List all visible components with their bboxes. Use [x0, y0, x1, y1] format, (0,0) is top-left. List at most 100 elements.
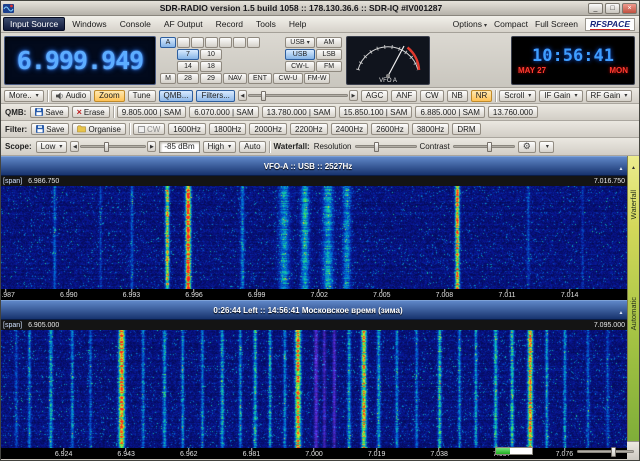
mode-cwl-button[interactable]: CW-L	[285, 61, 315, 72]
mode-am-button[interactable]: AM	[316, 37, 342, 48]
qmb-memory-button[interactable]: 6.885.000 | SAM	[415, 106, 484, 118]
scope-auto-button[interactable]: Auto	[239, 141, 265, 153]
resolution-slider[interactable]	[355, 145, 417, 148]
tab-record[interactable]: Record	[210, 17, 249, 31]
mode-cwu-button[interactable]: CW-U	[273, 73, 303, 84]
slider-thumb[interactable]	[611, 447, 616, 457]
tab-input-source[interactable]: Input Source	[3, 17, 65, 31]
collapse-up-icon[interactable]	[615, 157, 627, 175]
slider-thumb[interactable]	[261, 91, 266, 101]
filter-bandwidth-button[interactable]: 2600Hz	[371, 123, 409, 135]
display-options-combo[interactable]	[539, 141, 554, 153]
vfo-a-button[interactable]: A	[160, 37, 176, 48]
waterfall1-span-row: [span] 6.986.750 7.016.750	[1, 176, 627, 186]
filter-bandwidth-button[interactable]: 1800Hz	[209, 123, 247, 135]
mode-fmw-button[interactable]: FM-W	[304, 73, 330, 84]
tab-help[interactable]: Help	[283, 17, 312, 31]
slider-left-icon[interactable]	[70, 141, 79, 152]
quick-memory-button[interactable]	[233, 37, 246, 48]
filter-save-button[interactable]: Save	[31, 123, 69, 135]
waterfall-side-strip[interactable]: Waterfall Automatic	[627, 156, 639, 441]
mode-usb-button[interactable]: USB	[285, 49, 315, 60]
rf-gain-combo[interactable]: RF Gain	[586, 90, 633, 102]
quick-memory-button[interactable]	[191, 37, 204, 48]
mode-select-combo[interactable]: USB	[285, 37, 315, 48]
band-7-button[interactable]: 7	[177, 49, 199, 60]
waterfall2-display[interactable]	[1, 330, 627, 448]
band-14-button[interactable]: 14	[177, 61, 199, 72]
qmb-memory-button[interactable]: 9.805.000 | SAM	[117, 106, 186, 118]
band-29-button[interactable]: 29	[200, 73, 222, 84]
options-menu[interactable]: Options	[453, 19, 487, 29]
cw-button[interactable]: CW	[420, 90, 443, 102]
quick-memory-button[interactable]	[205, 37, 218, 48]
compact-button[interactable]: Compact	[494, 19, 528, 29]
filter-bandwidth-button[interactable]: 2200Hz	[290, 123, 328, 135]
qmb-memory-button[interactable]: 15.850.100 | SAM	[339, 106, 413, 118]
scroll-combo[interactable]: Scroll	[499, 90, 536, 102]
mode-lsb-button[interactable]: LSB	[316, 49, 342, 60]
qmb-memory-button[interactable]: 6.070.000 | SAM	[189, 106, 258, 118]
filter-bandwidth-button[interactable]: 2000Hz	[249, 123, 287, 135]
tune-button[interactable]: Tune	[128, 90, 156, 102]
scope-low-combo[interactable]: Low	[36, 141, 68, 153]
strip-up-icon[interactable]	[631, 156, 636, 174]
tab-windows[interactable]: Windows	[66, 17, 112, 31]
waterfall1-display[interactable]	[1, 186, 627, 289]
qmb-save-button[interactable]: Save	[30, 106, 68, 118]
af-gain-slider[interactable]	[577, 450, 634, 453]
filter-cw-toggle[interactable]: CW	[133, 123, 165, 135]
zoom-slider[interactable]	[238, 90, 358, 101]
tab-console[interactable]: Console	[114, 17, 157, 31]
maximize-button[interactable]: □	[605, 3, 620, 14]
frequency-display[interactable]: 6.999.949	[4, 36, 156, 85]
scope-high-combo[interactable]: High	[203, 141, 236, 153]
memory-button[interactable]: M	[160, 73, 176, 84]
filter-bandwidth-button[interactable]: 1600Hz	[168, 123, 206, 135]
tab-tools[interactable]: Tools	[250, 17, 282, 31]
qmb-memory-button[interactable]: 13.760.000	[488, 106, 538, 118]
tab-af-output[interactable]: AF Output	[158, 17, 209, 31]
band-10-button[interactable]: 10	[200, 49, 222, 60]
slider-thumb[interactable]	[374, 142, 379, 152]
quick-memory-button[interactable]	[177, 37, 190, 48]
qmb-memory-button[interactable]: 13.780.000 | SAM	[262, 106, 336, 118]
nav-button[interactable]: NAV	[223, 73, 247, 84]
quick-memory-button[interactable]	[219, 37, 232, 48]
agc-button[interactable]: AGC	[361, 90, 388, 102]
audio-button[interactable]: Audio	[51, 90, 91, 102]
qmb-button[interactable]: QMB...	[159, 90, 194, 102]
quick-memory-button[interactable]	[247, 37, 260, 48]
slider-right-icon[interactable]	[349, 90, 358, 101]
band-28-button[interactable]: 28	[177, 73, 199, 84]
minimize-button[interactable]: _	[588, 3, 603, 14]
waterfall1-frequency-scale[interactable]: 6.9876.9906.9936.9966.9997.0027.0057.008…	[1, 289, 627, 300]
filter-bandwidth-button[interactable]: 3800Hz	[412, 123, 450, 135]
slider-thumb[interactable]	[487, 142, 492, 152]
span-button[interactable]: [span]	[3, 178, 22, 185]
anf-button[interactable]: ANF	[391, 90, 417, 102]
zoom-button[interactable]: Zoom	[94, 90, 124, 102]
slider-thumb[interactable]	[104, 142, 109, 152]
collapse-up-icon[interactable]	[615, 301, 627, 319]
filter-drm-button[interactable]: DRM	[452, 123, 480, 135]
nb-button[interactable]: NB	[447, 90, 468, 102]
scope-level-slider[interactable]	[70, 141, 156, 152]
contrast-slider[interactable]	[453, 145, 515, 148]
span-button[interactable]: [span]	[3, 322, 22, 329]
slider-right-icon[interactable]	[147, 141, 156, 152]
filters-button[interactable]: Filters...	[196, 90, 234, 102]
mode-fm-button[interactable]: FM	[316, 61, 342, 72]
gear-icon[interactable]	[518, 141, 536, 153]
close-button[interactable]: ×	[622, 3, 637, 14]
if-gain-combo[interactable]: IF Gain	[539, 90, 582, 102]
filter-bandwidth-button[interactable]: 2400Hz	[331, 123, 369, 135]
enter-button[interactable]: ENT	[248, 73, 272, 84]
filter-organise-button[interactable]: Organise	[72, 123, 125, 135]
more-menu-button[interactable]: More..	[4, 90, 44, 102]
fullscreen-button[interactable]: Full Screen	[535, 19, 578, 29]
nr-button[interactable]: NR	[471, 90, 493, 102]
band-18-button[interactable]: 18	[200, 61, 222, 72]
qmb-erase-button[interactable]: Erase	[72, 106, 110, 118]
slider-left-icon[interactable]	[238, 90, 247, 101]
